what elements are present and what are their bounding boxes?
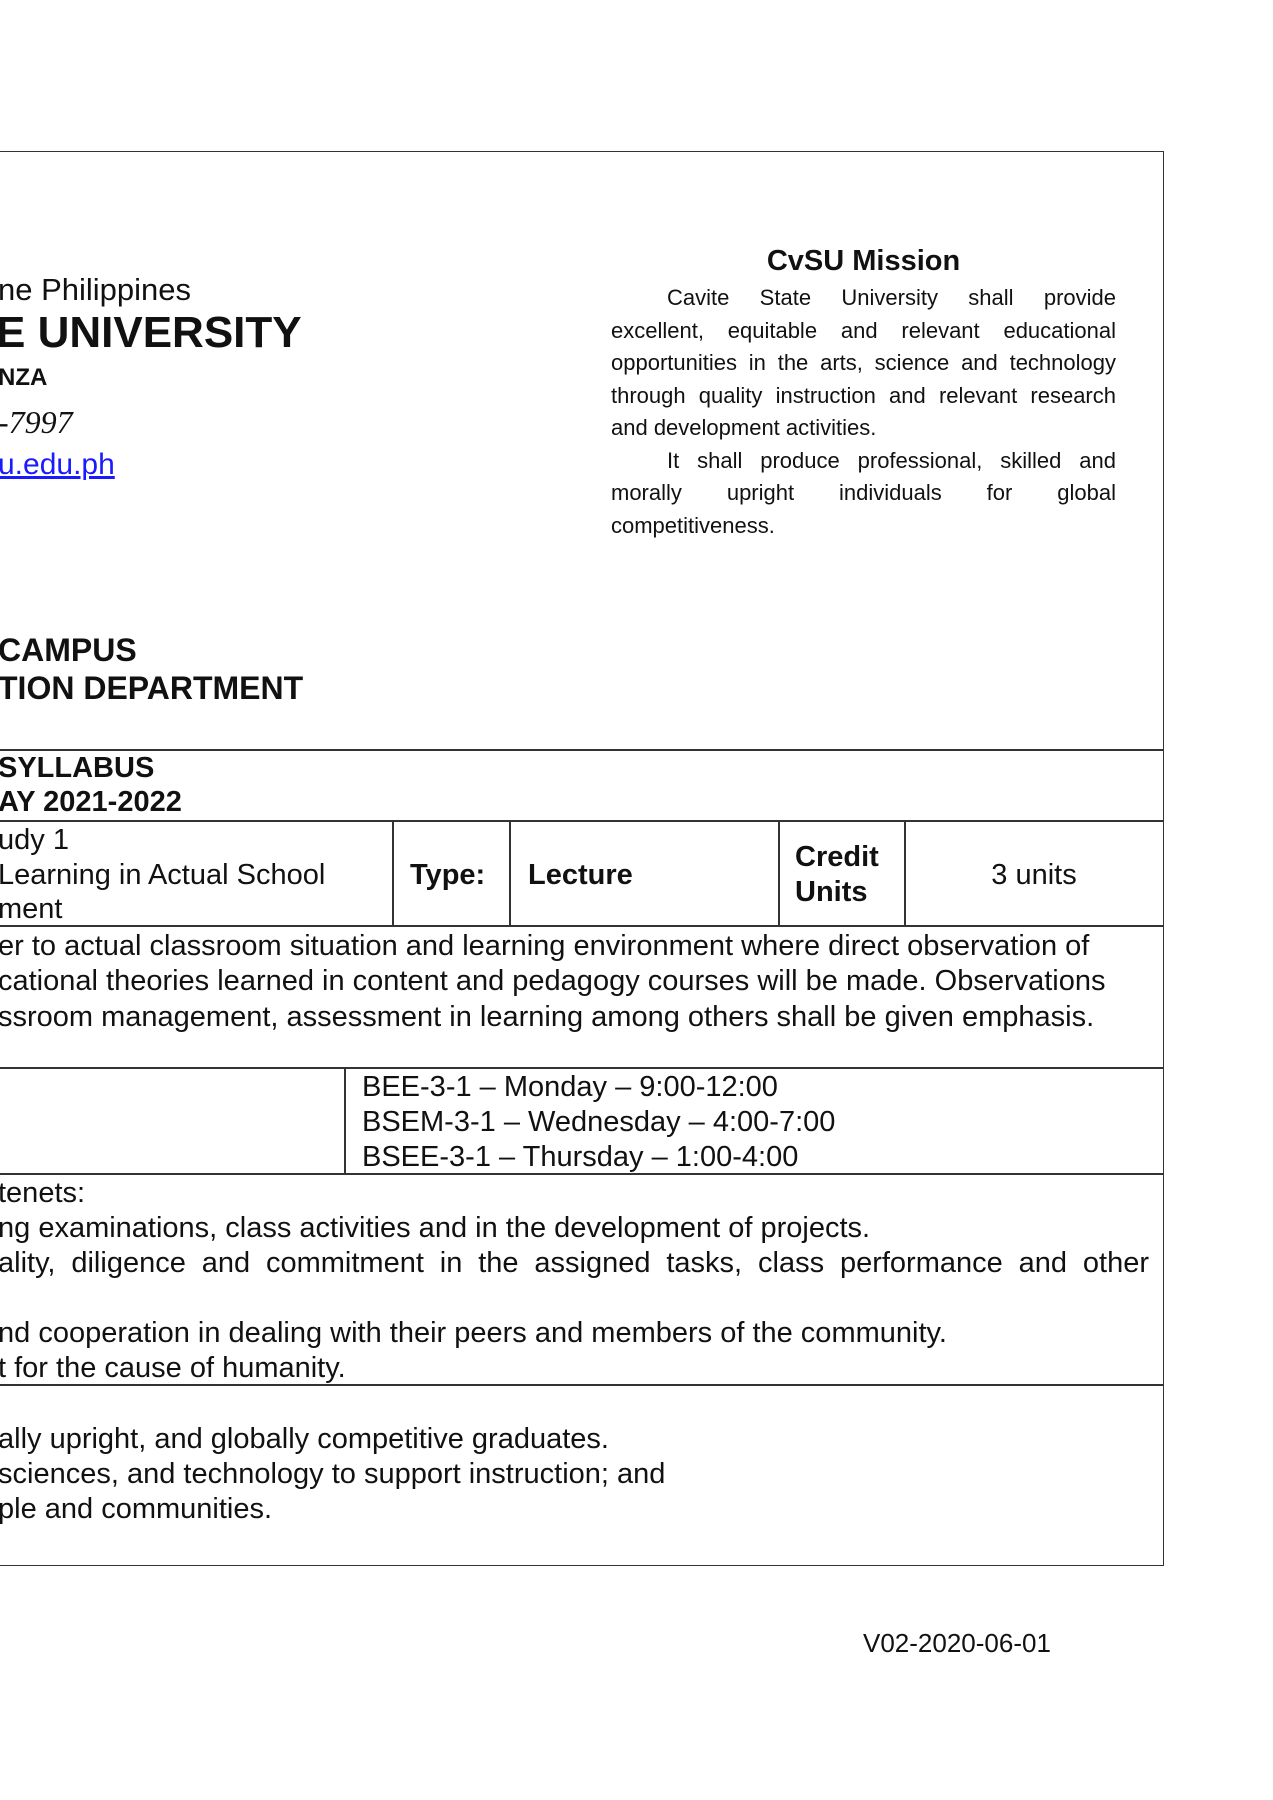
schedule-entry-3: BSEE-3-1 – Thursday – 1:00-4:00 — [362, 1141, 799, 1173]
campus-name: CAMPUS — [0, 632, 137, 668]
rule-course-bottom — [0, 925, 1164, 927]
country-line: ne Philippines — [0, 272, 192, 307]
mission-title: CvSU Mission — [766, 245, 961, 277]
phone-number: -7997 — [0, 404, 73, 440]
mission-paragraph-1: Cavite State University shall provide ex… — [611, 285, 1116, 440]
rule-course-col1 — [392, 820, 394, 925]
goals-line-3: ple and communities. — [0, 1493, 273, 1525]
rule-course-col2 — [509, 820, 511, 925]
course-title-line-3: ment — [0, 893, 63, 925]
rule-course-col3 — [778, 820, 780, 925]
university-name: E UNIVERSITY — [0, 308, 302, 357]
rule-schedule-col — [344, 1067, 346, 1173]
tenets-line-2: ng examinations, class activities and in… — [0, 1212, 871, 1244]
type-value: Lecture — [528, 859, 633, 891]
schedule-entry-2: BSEM-3-1 – Wednesday – 4:00-7:00 — [362, 1106, 836, 1138]
tenets-line-5: t for the cause of humanity. — [0, 1352, 346, 1384]
credit-value: 3 units — [991, 859, 1077, 891]
tenets-line-3: ality, diligence and commitment in the a… — [0, 1247, 1149, 1279]
email-link[interactable]: u.edu.ph — [0, 448, 115, 482]
goals-line-1: ally upright, and globally competitive g… — [0, 1423, 609, 1455]
tenets-line-1: tenets: — [0, 1177, 86, 1209]
mission-text: Cavite State University shall provide ex… — [611, 282, 1116, 542]
rule-syllabus-bottom — [0, 820, 1164, 822]
description-line-3: ssroom management, assessment in learnin… — [0, 1001, 1095, 1033]
description-line-1: er to actual classroom situation and lea… — [0, 930, 1090, 962]
course-title-line-1: udy 1 — [0, 824, 69, 856]
syllabus-title: SYLLABUS — [0, 752, 155, 784]
mission-paragraph-2: It shall produce professional, skilled a… — [611, 447, 1116, 538]
rule-description-bottom — [0, 1067, 1164, 1069]
goals-line-2: sciences, and technology to support inst… — [0, 1458, 666, 1490]
schedule-entry-1: BEE-3-1 – Monday – 9:00-12:00 — [362, 1071, 778, 1103]
credit-label-line-2: Units — [795, 876, 868, 908]
description-line-2: cational theories learned in content and… — [0, 965, 1106, 997]
rule-header-bottom — [0, 749, 1164, 751]
academic-year: AY 2021-2022 — [0, 786, 182, 818]
version-code: V02-2020-06-01 — [863, 1628, 1051, 1658]
course-title-line-2: Learning in Actual School — [0, 859, 326, 891]
credit-label-line-1: Credit — [795, 841, 879, 873]
type-label: Type: — [410, 859, 486, 891]
tenets-line-4: nd cooperation in dealing with their pee… — [0, 1317, 947, 1349]
campus-town: NZA — [0, 364, 48, 391]
department-name: TION DEPARTMENT — [0, 670, 304, 706]
